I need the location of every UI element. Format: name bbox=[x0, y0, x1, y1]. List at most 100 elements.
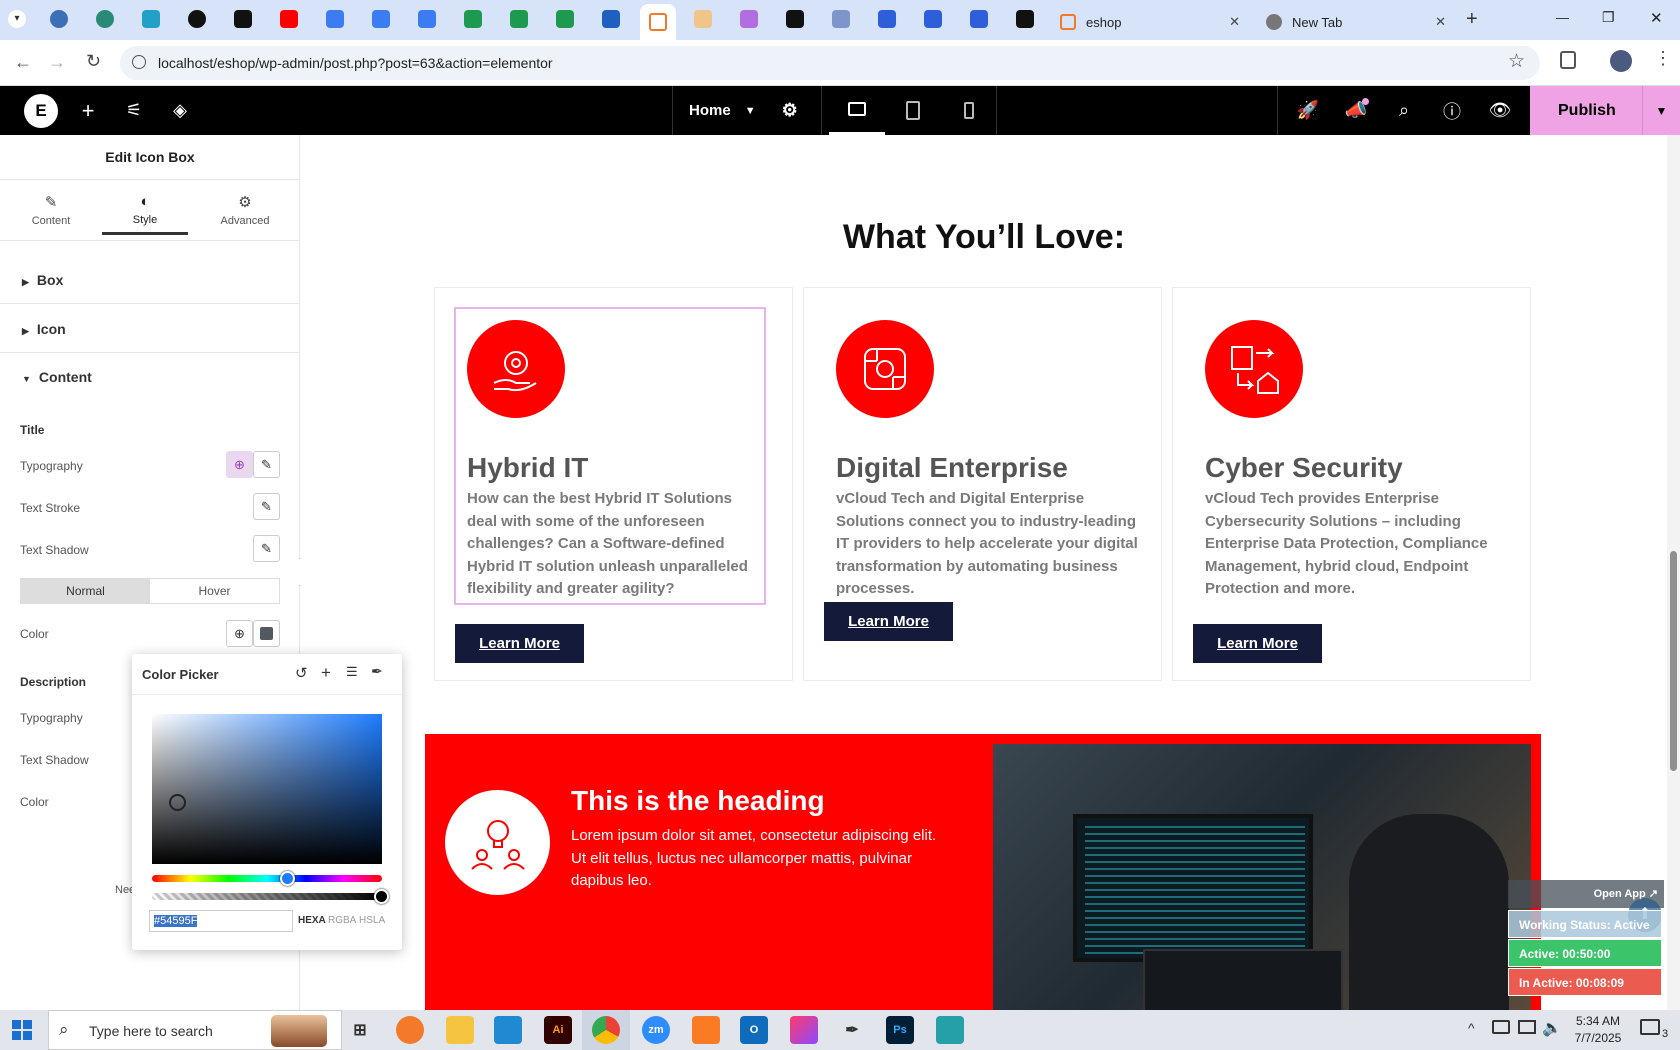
preview-eye-icon[interactable]: 👁 bbox=[1488, 86, 1512, 135]
vscode-icon[interactable] bbox=[494, 1016, 522, 1044]
help-icon[interactable]: ⓘ bbox=[1440, 86, 1464, 135]
global-color-icon[interactable]: ⊕ bbox=[226, 620, 253, 647]
learn-more-button[interactable]: Learn More bbox=[455, 624, 584, 663]
card-description[interactable]: How can the best Hybrid IT Solutions dea… bbox=[467, 488, 757, 601]
section-box[interactable]: ▶ Box bbox=[0, 256, 300, 304]
tab-content[interactable]: ✎ Content bbox=[8, 193, 94, 227]
new-tab-button[interactable]: + bbox=[1466, 8, 1478, 31]
tab-icon[interactable] bbox=[602, 10, 620, 28]
mode-rgba[interactable]: RGBA bbox=[328, 915, 356, 926]
tab-icon[interactable] bbox=[740, 10, 758, 28]
firefox-icon[interactable] bbox=[396, 1016, 424, 1044]
display-icon[interactable] bbox=[1518, 1020, 1536, 1034]
youtube-tab-icon[interactable] bbox=[280, 10, 298, 28]
card-description[interactable]: vCloud Tech provides Enterprise Cybersec… bbox=[1205, 488, 1495, 601]
sheets-tab-icon[interactable] bbox=[464, 10, 482, 28]
hover-state-button[interactable]: Hover bbox=[150, 579, 279, 603]
forms-tab-icon[interactable] bbox=[878, 10, 896, 28]
card-title[interactable]: Digital Enterprise bbox=[836, 452, 1068, 484]
tab-icon[interactable] bbox=[96, 10, 114, 28]
tab-advanced[interactable]: ⚙ Advanced bbox=[202, 193, 288, 227]
show-hidden-icons[interactable]: ^ bbox=[1468, 1020, 1475, 1036]
learn-more-button[interactable]: Learn More bbox=[1193, 624, 1322, 663]
tab-icon[interactable] bbox=[1016, 10, 1034, 28]
bookmark-star-icon[interactable]: ☆ bbox=[1508, 50, 1525, 73]
device-mobile-icon[interactable] bbox=[941, 86, 997, 135]
close-tab-icon[interactable]: ✕ bbox=[1229, 14, 1240, 30]
eyedropper-icon[interactable]: ✒ bbox=[371, 663, 383, 680]
edit-typography-icon[interactable]: ✎ bbox=[253, 451, 280, 478]
section-icon[interactable]: ▶ Icon bbox=[0, 305, 300, 353]
card-title[interactable]: Cyber Security bbox=[1205, 452, 1403, 484]
edit-text-stroke-icon[interactable]: ✎ bbox=[253, 493, 280, 520]
tab-icon[interactable] bbox=[832, 10, 850, 28]
opacity-slider[interactable] bbox=[152, 889, 389, 904]
learn-more-button[interactable]: Learn More bbox=[824, 602, 953, 641]
task-view-icon[interactable]: ⊞ bbox=[346, 1016, 374, 1044]
publish-options-chevron-icon[interactable]: ▼ bbox=[1642, 86, 1680, 135]
forms-tab-icon[interactable] bbox=[970, 10, 988, 28]
minimize-button[interactable]: — bbox=[1556, 10, 1569, 25]
notifications-megaphone-icon[interactable]: 📣 bbox=[1344, 86, 1368, 135]
taskbar-search-box[interactable]: ⌕ Type here to search bbox=[48, 1010, 342, 1050]
edit-text-shadow-icon[interactable]: ✎ bbox=[253, 535, 280, 562]
tab-icon[interactable] bbox=[50, 10, 68, 28]
scrollbar-thumb[interactable] bbox=[1670, 551, 1677, 771]
add-element-icon[interactable]: + bbox=[76, 86, 100, 135]
profile-avatar[interactable] bbox=[1610, 50, 1632, 72]
site-info-icon[interactable] bbox=[132, 55, 146, 69]
hue-handle[interactable] bbox=[280, 871, 295, 886]
global-colors-icon[interactable]: ☰ bbox=[346, 664, 358, 680]
structure-layers-icon[interactable]: ◈ bbox=[168, 86, 192, 135]
start-windows-icon[interactable] bbox=[12, 1020, 32, 1040]
volume-icon[interactable]: 🔈 bbox=[1542, 1018, 1562, 1038]
page-select[interactable]: Home ▼ ⚙ bbox=[672, 86, 822, 135]
color-swatch[interactable] bbox=[253, 620, 280, 647]
xampp-icon[interactable] bbox=[692, 1016, 720, 1044]
docs-tab-icon[interactable] bbox=[326, 10, 344, 28]
page-settings-gear-icon[interactable]: ⚙ bbox=[782, 100, 798, 121]
tab-style[interactable]: ◐ Style bbox=[102, 193, 188, 235]
normal-state-button[interactable]: Normal bbox=[21, 579, 150, 603]
card-title[interactable]: Hybrid IT bbox=[467, 452, 588, 484]
reset-icon[interactable]: ↺ bbox=[295, 664, 308, 682]
back-icon[interactable]: ← bbox=[14, 52, 32, 73]
file-explorer-icon[interactable] bbox=[446, 1016, 474, 1044]
hue-slider[interactable] bbox=[152, 871, 382, 886]
network-icon[interactable] bbox=[1492, 1020, 1510, 1034]
mode-hsla[interactable]: HSLA bbox=[359, 915, 385, 926]
tab-icon[interactable] bbox=[786, 10, 804, 28]
mode-hexa[interactable]: HEXA bbox=[298, 915, 326, 926]
tab-eshop[interactable]: eshop ✕ bbox=[1050, 4, 1250, 40]
url-field[interactable]: localhost/eshop/wp-admin/post.php?post=6… bbox=[120, 46, 1540, 80]
sheets-tab-icon[interactable] bbox=[556, 10, 574, 28]
chrome-icon[interactable] bbox=[592, 1016, 620, 1044]
illustrator-icon[interactable]: Ai bbox=[544, 1016, 572, 1044]
tab-icon[interactable] bbox=[234, 10, 252, 28]
tab-icon[interactable] bbox=[694, 10, 712, 28]
hex-input[interactable]: #54595F bbox=[149, 910, 293, 932]
site-settings-icon[interactable]: ⚟ bbox=[122, 86, 146, 135]
publish-button[interactable]: Publish ▼ bbox=[1530, 86, 1680, 135]
search-icon[interactable]: ⌕ bbox=[1392, 86, 1416, 135]
close-tab-icon[interactable]: ✕ bbox=[1435, 14, 1446, 30]
tab-icon[interactable] bbox=[142, 10, 160, 28]
sheets-tab-icon[interactable] bbox=[510, 10, 528, 28]
card-description[interactable]: vCloud Tech and Digital Enterprise Solut… bbox=[836, 488, 1141, 601]
docs-tab-icon[interactable] bbox=[418, 10, 436, 28]
cyber-security-icon[interactable] bbox=[1205, 320, 1303, 418]
banner-icon-circle[interactable] bbox=[445, 790, 550, 895]
extensions-icon[interactable] bbox=[1560, 51, 1576, 69]
outlook-icon[interactable]: O bbox=[740, 1016, 768, 1044]
docs-tab-icon[interactable] bbox=[372, 10, 390, 28]
taskbar-clock[interactable]: 5:34 AM 7/7/2025 bbox=[1566, 1013, 1630, 1047]
banner-text[interactable]: Lorem ipsum dolor sit amet, consectetur … bbox=[571, 825, 951, 893]
launch-rocket-icon[interactable]: 🚀 bbox=[1296, 86, 1320, 135]
reload-icon[interactable]: ↻ bbox=[86, 51, 101, 72]
digital-enterprise-icon[interactable] bbox=[836, 320, 934, 418]
global-typography-icon[interactable]: ⊕ bbox=[226, 451, 253, 478]
device-tablet-icon[interactable] bbox=[885, 86, 941, 135]
tab-new-tab[interactable]: New Tab ✕ bbox=[1256, 4, 1456, 40]
creative-cloud-icon[interactable] bbox=[790, 1016, 818, 1044]
photoshop-icon[interactable]: Ps bbox=[886, 1016, 914, 1044]
